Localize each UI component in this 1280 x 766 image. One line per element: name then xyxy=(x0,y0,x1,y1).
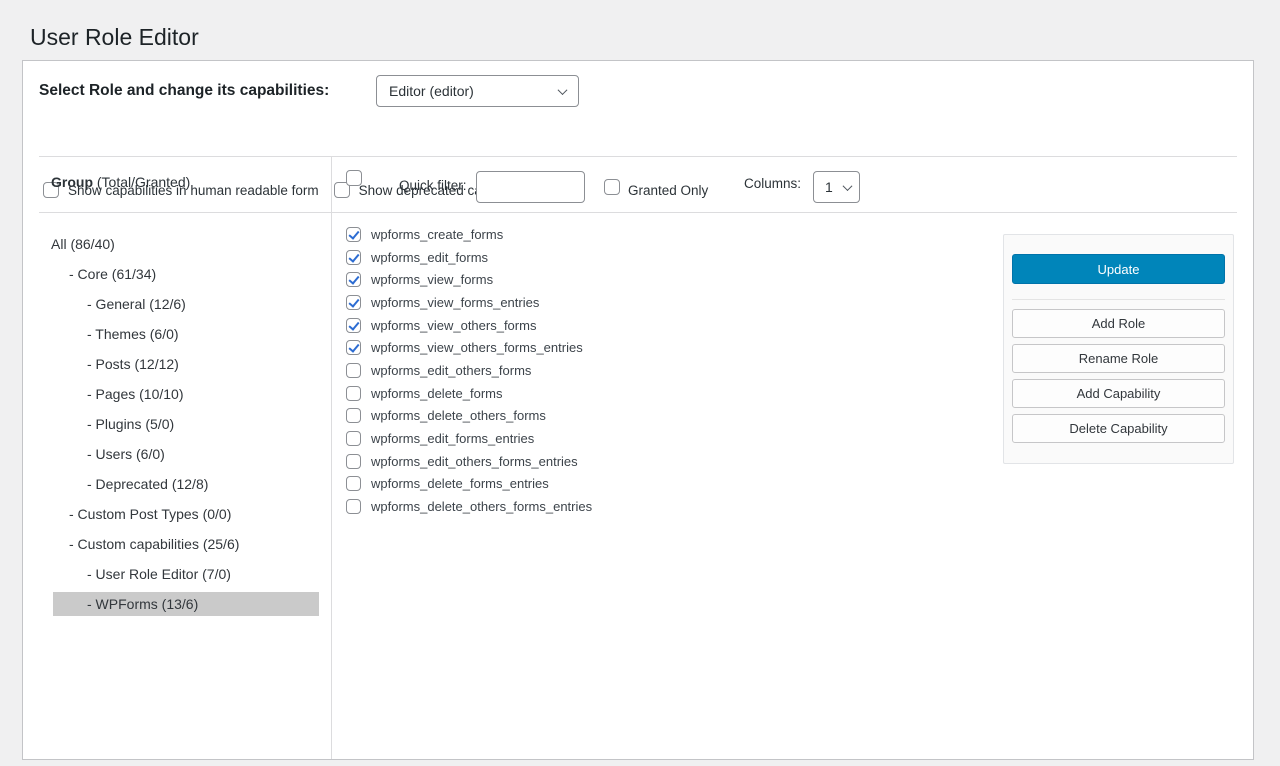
divider xyxy=(39,212,1237,213)
group-tree-item[interactable]: - Themes (6/0) xyxy=(23,319,331,349)
add-capability-button[interactable]: Add Capability xyxy=(1012,379,1225,408)
role-selector-row: Select Role and change its capabilities: xyxy=(39,75,329,107)
user-role-editor-panel: Select Role and change its capabilities:… xyxy=(22,60,1254,760)
capability-checkbox[interactable] xyxy=(346,499,361,514)
capability-label: wpforms_view_others_forms xyxy=(371,318,536,333)
capability-checkbox[interactable] xyxy=(346,272,361,287)
quick-filter-input[interactable] xyxy=(476,171,585,203)
rename-role-button[interactable]: Rename Role xyxy=(1012,344,1225,373)
group-tree-item[interactable]: - Deprecated (12/8) xyxy=(23,469,331,499)
group-tree-item[interactable]: - Posts (12/12) xyxy=(23,349,331,379)
role-select-value: Editor (editor) xyxy=(389,83,474,99)
columns-label: Columns: xyxy=(744,176,801,191)
capability-checkbox[interactable] xyxy=(346,476,361,491)
group-tree-item[interactable]: - Pages (10/10) xyxy=(23,379,331,409)
capability-checkbox[interactable] xyxy=(346,250,361,265)
capabilities-list: wpforms_create_forms wpforms_edit_formswp… xyxy=(346,223,996,518)
capability-label: wpforms_view_others_forms_entries xyxy=(371,340,583,355)
capability-row: wpforms_edit_others_forms xyxy=(346,359,996,382)
secondary-buttons: Add Role Rename Role Add Capability Delete … xyxy=(1012,309,1225,443)
capability-label: wpforms_view_forms xyxy=(371,272,493,287)
group-header-rest: (Total/Granted) xyxy=(93,174,190,190)
action-panel: Update Add Role Rename Role Add Capability… xyxy=(1003,234,1234,464)
group-tree-item-selected[interactable]: - WPForms (13/6) xyxy=(53,592,319,616)
update-button[interactable]: Update xyxy=(1012,254,1225,284)
group-tree-item[interactable]: - Custom Post Types (0/0) xyxy=(23,499,331,529)
group-tree-item[interactable]: - Core (61/34) xyxy=(23,259,331,289)
group-column-header: Group (Total/Granted) xyxy=(51,174,190,190)
columns-select-value: 1 xyxy=(825,179,833,195)
group-tree-item[interactable]: - General (12/6) xyxy=(23,289,331,319)
group-tree-item[interactable]: - Users (6/0) xyxy=(23,439,331,469)
capability-label: wpforms_edit_forms_entries xyxy=(371,431,534,446)
capability-checkbox[interactable] xyxy=(346,227,361,242)
capability-label: wpforms_edit_forms xyxy=(371,250,488,265)
group-header-bold: Group xyxy=(51,174,93,190)
capability-checkbox[interactable] xyxy=(346,386,361,401)
divider xyxy=(39,156,1237,157)
group-tree-item[interactable]: - Plugins (5/0) xyxy=(23,409,331,439)
chevron-down-icon xyxy=(558,85,568,95)
role-select[interactable]: Editor (editor) xyxy=(376,75,579,107)
capability-checkbox[interactable] xyxy=(346,454,361,469)
column-divider xyxy=(331,156,332,759)
capability-row: wpforms_edit_forms_entries xyxy=(346,427,996,450)
capability-label: wpforms_view_forms_entries xyxy=(371,295,539,310)
capability-row: wpforms_view_others_forms_entries xyxy=(346,336,996,359)
group-tree-item[interactable]: - Custom capabilities (25/6) xyxy=(23,529,331,559)
capability-row: wpforms_delete_forms_entries xyxy=(346,473,996,496)
columns-select[interactable]: 1 xyxy=(813,171,860,203)
capability-row: wpforms_delete_others_forms_entries xyxy=(346,495,996,518)
capability-row: wpforms_view_forms xyxy=(346,268,996,291)
capability-checkbox[interactable] xyxy=(346,295,361,310)
chevron-down-icon xyxy=(843,181,853,191)
capability-label: wpforms_edit_others_forms xyxy=(371,363,531,378)
capability-checkbox[interactable] xyxy=(346,408,361,423)
capability-label: wpforms_delete_forms xyxy=(371,386,503,401)
capability-row: wpforms_view_others_forms xyxy=(346,314,996,337)
group-tree: All (86/40)- Core (61/34)- General (12/6… xyxy=(23,229,331,619)
capability-checkbox[interactable] xyxy=(346,363,361,378)
add-role-button[interactable]: Add Role xyxy=(1012,309,1225,338)
select-all-checkbox[interactable] xyxy=(346,170,362,186)
capability-checkbox[interactable] xyxy=(346,318,361,333)
capability-label: wpforms_edit_others_forms_entries xyxy=(371,454,578,469)
capability-row: wpforms_create_forms xyxy=(346,223,996,246)
group-tree-item[interactable]: All (86/40) xyxy=(23,229,331,259)
capability-label: wpforms_create_forms xyxy=(371,227,503,242)
quick-filter-label: Quick filter: xyxy=(399,178,467,193)
capability-row: wpforms_edit_others_forms_entries xyxy=(346,450,996,473)
panel-separator xyxy=(1012,299,1225,300)
page-title: User Role Editor xyxy=(30,24,199,51)
capability-row: wpforms_delete_others_forms xyxy=(346,405,996,428)
capability-checkbox[interactable] xyxy=(346,431,361,446)
group-tree-item[interactable]: - User Role Editor (7/0) xyxy=(23,559,331,589)
granted-only-checkbox[interactable] xyxy=(604,179,620,195)
capability-row: wpforms_view_forms_entries xyxy=(346,291,996,314)
delete-capability-button[interactable]: Delete Capability xyxy=(1012,414,1225,443)
capability-row: wpforms_edit_forms xyxy=(346,246,996,269)
capability-label: wpforms_delete_forms_entries xyxy=(371,476,549,491)
capability-label: wpforms_delete_others_forms_entries xyxy=(371,499,592,514)
role-selector-label: Select Role and change its capabilities: xyxy=(39,82,329,100)
capability-checkbox[interactable] xyxy=(346,340,361,355)
capability-label: wpforms_delete_others_forms xyxy=(371,408,546,423)
capability-row: wpforms_delete_forms xyxy=(346,382,996,405)
granted-only-label: Granted Only xyxy=(628,183,708,198)
